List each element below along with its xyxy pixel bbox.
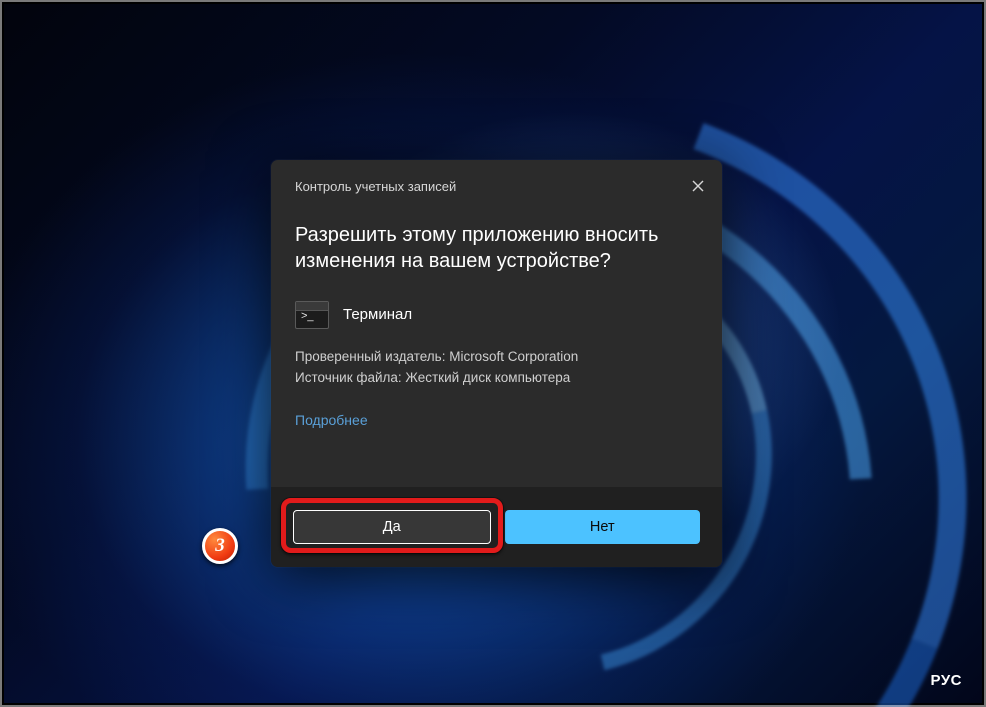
terminal-icon: >_	[295, 301, 329, 329]
no-button[interactable]: Нет	[505, 510, 701, 544]
close-icon	[692, 180, 704, 192]
app-info-row: >_ Терминал	[271, 293, 722, 347]
publisher-line: Проверенный издатель: Microsoft Corporat…	[295, 347, 698, 368]
app-metadata: Проверенный издатель: Microsoft Corporat…	[271, 347, 722, 389]
source-line: Источник файла: Жесткий диск компьютера	[295, 368, 698, 389]
annotation-step-badge: 3	[202, 528, 238, 564]
app-name: Терминал	[343, 306, 412, 323]
dialog-button-row: Да Нет	[271, 487, 722, 567]
dialog-title: Контроль учетных записей	[295, 179, 456, 194]
language-indicator[interactable]: РУС	[931, 672, 962, 689]
uac-dialog: Контроль учетных записей Разрешить этому…	[271, 160, 722, 567]
show-details-link[interactable]: Подробнее	[271, 389, 392, 428]
dialog-question: Разрешить этому приложению вносить измен…	[271, 210, 722, 293]
close-button[interactable]	[684, 172, 712, 200]
dialog-header: Контроль учетных записей	[271, 160, 722, 210]
yes-button[interactable]: Да	[293, 510, 491, 544]
